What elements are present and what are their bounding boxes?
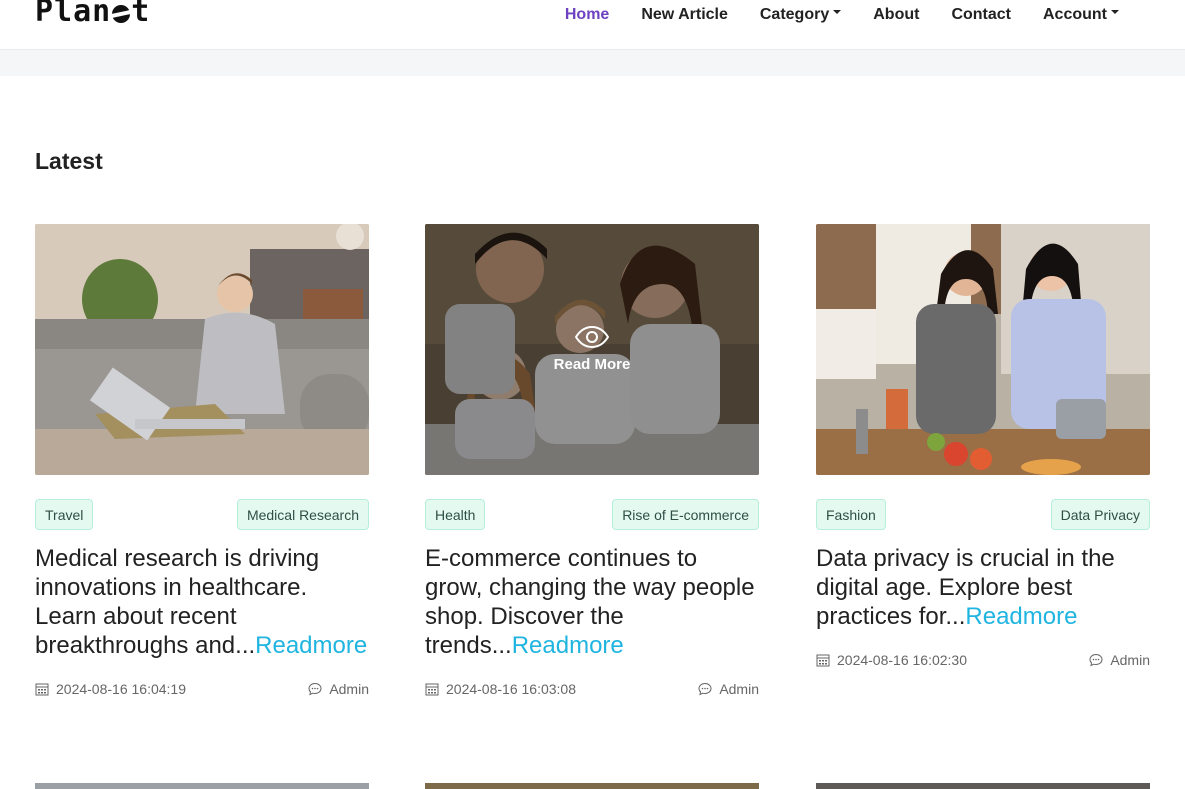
read-more-label: Read More xyxy=(553,356,631,373)
readmore-link[interactable]: Readmore xyxy=(255,632,367,659)
comment-icon xyxy=(698,682,712,696)
nav-category-dropdown[interactable]: Category xyxy=(744,5,857,25)
article-date: 2024-08-16 16:02:30 xyxy=(816,652,967,668)
caret-down-icon xyxy=(833,10,842,14)
article-meta: 2024-08-16 16:03:08 Admin xyxy=(425,681,759,699)
article-image[interactable] xyxy=(816,224,1150,475)
next-article-image[interactable] xyxy=(816,783,1150,789)
nav-about[interactable]: About xyxy=(857,5,935,25)
top-navbar: Plan t Home New Article Category About Co… xyxy=(0,0,1185,50)
article-excerpt: Data privacy is crucial in the digital a… xyxy=(816,545,1115,630)
article-excerpt: E-commerce continues to grow, changing t… xyxy=(425,545,755,659)
article-image[interactable]: Read More xyxy=(425,224,759,475)
article-image-kitchen xyxy=(816,224,1150,475)
tag-row: Travel Medical Research xyxy=(35,499,369,530)
calendar-icon xyxy=(35,683,49,696)
section-title: Latest xyxy=(35,148,103,174)
article-image[interactable] xyxy=(35,224,369,475)
tag-row: Fashion Data Privacy xyxy=(816,499,1150,530)
logo-text-right: t xyxy=(131,0,151,29)
article-author[interactable]: Admin xyxy=(308,681,369,697)
readmore-link[interactable]: Readmore xyxy=(965,603,1077,630)
nav-contact[interactable]: Contact xyxy=(935,5,1027,25)
category-tag[interactable]: Travel xyxy=(35,499,94,530)
eye-icon xyxy=(575,326,609,348)
article-card[interactable]: Fashion Data Privacy Data privacy is cru… xyxy=(816,224,1150,670)
main-nav: Home New Article Category About Contact … xyxy=(549,5,1135,25)
article-date: 2024-08-16 16:04:19 xyxy=(35,681,186,697)
comment-icon xyxy=(1089,653,1103,667)
globe-icon xyxy=(112,4,131,23)
sub-banner xyxy=(0,50,1185,76)
nav-account-dropdown[interactable]: Account xyxy=(1027,5,1135,25)
site-logo[interactable]: Plan t xyxy=(35,0,150,29)
caret-down-icon xyxy=(1111,10,1119,14)
article-image-man-laptop xyxy=(35,224,369,475)
topic-tag[interactable]: Rise of E-commerce xyxy=(612,499,759,530)
article-card[interactable]: Travel Medical Research Medical research… xyxy=(35,224,369,699)
category-tag[interactable]: Health xyxy=(425,499,486,530)
article-author[interactable]: Admin xyxy=(698,681,759,697)
logo-text-left: Plan xyxy=(35,0,112,29)
read-more-overlay[interactable]: Read More xyxy=(425,224,759,475)
category-tag[interactable]: Fashion xyxy=(816,499,886,530)
article-excerpt: Medical research is driving innovations … xyxy=(35,545,368,659)
article-card[interactable]: Read More Health Rise of E-commerce E-co… xyxy=(425,224,759,699)
nav-new-article[interactable]: New Article xyxy=(625,5,744,25)
next-article-image[interactable] xyxy=(425,783,759,789)
next-article-image[interactable] xyxy=(35,783,369,789)
comment-icon xyxy=(308,682,322,696)
article-date: 2024-08-16 16:03:08 xyxy=(425,681,576,697)
article-meta: 2024-08-16 16:04:19 Admin xyxy=(35,681,369,699)
article-author[interactable]: Admin xyxy=(1089,652,1150,668)
calendar-icon xyxy=(425,683,439,696)
nav-home[interactable]: Home xyxy=(549,5,625,25)
topic-tag[interactable]: Data Privacy xyxy=(1050,499,1150,530)
tag-row: Health Rise of E-commerce xyxy=(425,499,759,530)
topic-tag[interactable]: Medical Research xyxy=(236,499,369,530)
article-meta: 2024-08-16 16:02:30 Admin xyxy=(816,652,1150,670)
readmore-link[interactable]: Readmore xyxy=(512,632,624,659)
calendar-icon xyxy=(816,654,830,667)
